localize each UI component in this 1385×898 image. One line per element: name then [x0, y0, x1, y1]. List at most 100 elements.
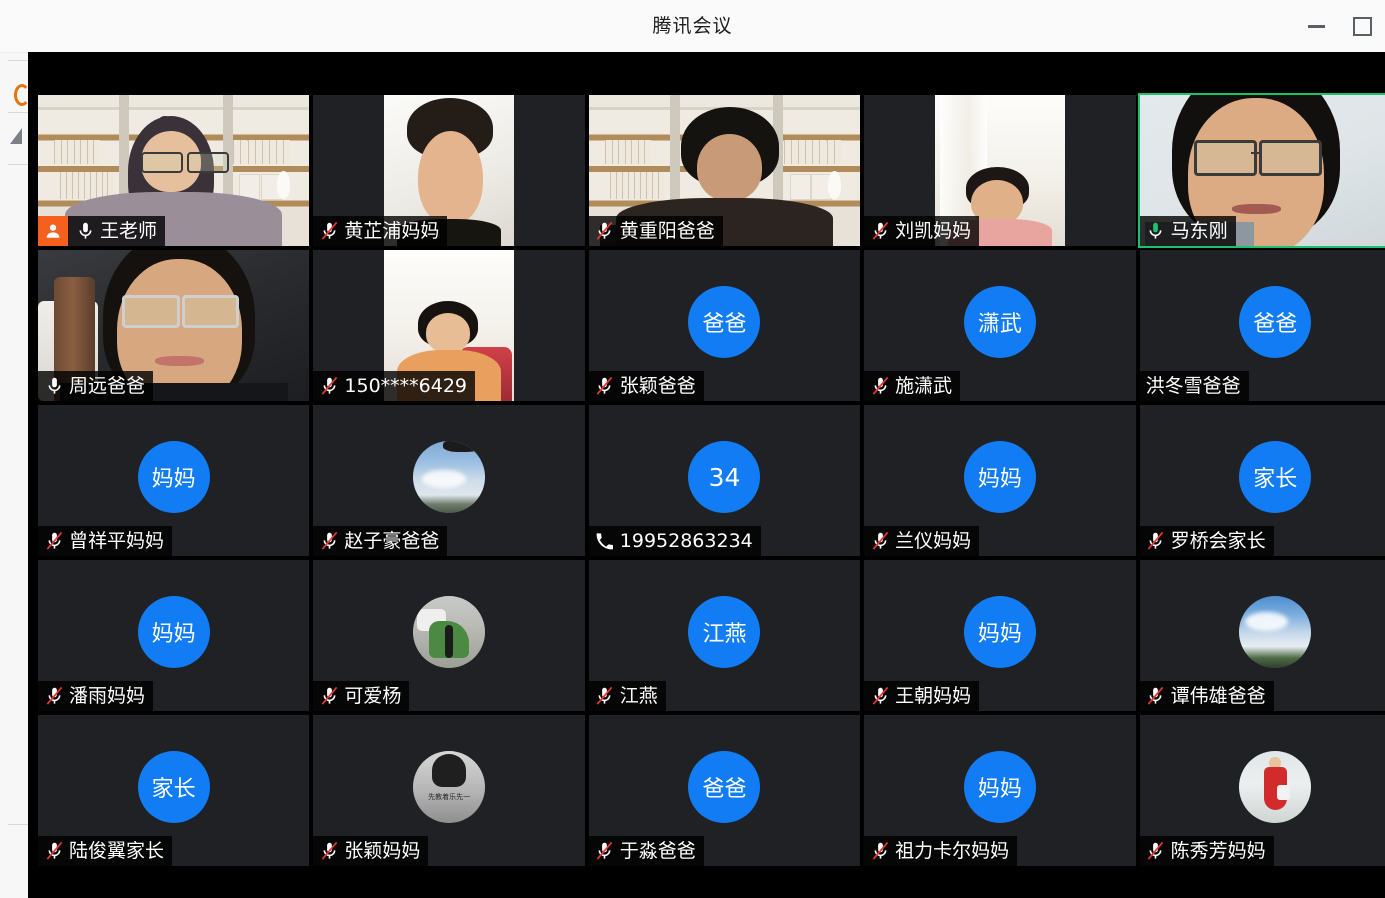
mic-muted-icon: [870, 375, 890, 397]
mic-muted-icon: [44, 530, 64, 552]
participant-name: 19952863234: [619, 530, 753, 552]
participant-name: 陈秀芳妈妈: [1170, 840, 1266, 862]
participant-tile[interactable]: 黄重阳爸爸: [586, 93, 863, 248]
participant-tile[interactable]: 妈妈 兰仪妈妈: [862, 403, 1138, 558]
participant-nameplate: 于淼爸爸: [588, 836, 704, 866]
participant-tile[interactable]: 可爱杨: [311, 558, 587, 713]
window-title: 腾讯会议: [652, 15, 733, 37]
avatar-initials: 江燕: [688, 596, 761, 669]
participant-nameplate: 周远爸爸: [38, 371, 154, 401]
participant-nameplate: 祖力卡尔妈妈: [864, 836, 1018, 866]
avatar-initials: 妈妈: [963, 751, 1036, 824]
tencent-meeting-window: 腾讯会议 王老师 黄芷浦妈妈 黄重阳爸爸 刘凯妈妈 马东刚周远爸爸 150****6429…: [0, 0, 1385, 898]
title-bar: 腾讯会议: [0, 0, 1385, 53]
participant-nameplate: 张颖爸爸: [588, 371, 704, 401]
participant-nameplate: 刘凯妈妈: [864, 216, 980, 246]
participant-name: 王老师: [100, 220, 158, 242]
participant-nameplate: 19952863234: [588, 526, 761, 556]
avatar-photo: [413, 441, 486, 514]
mic-muted-icon: [44, 685, 64, 707]
participant-name: 赵子豪爸爸: [344, 530, 440, 552]
participant-nameplate: 马东刚: [1139, 216, 1236, 246]
participant-tile[interactable]: 王老师: [36, 93, 312, 248]
participant-name: 潘雨妈妈: [69, 685, 146, 707]
participant-tile[interactable]: 黄芷浦妈妈: [311, 93, 587, 248]
avatar-photo: 先教着乐先一: [413, 751, 486, 824]
avatar-initials: 妈妈: [963, 441, 1036, 514]
avatar-photo: [1239, 751, 1312, 824]
avatar-initials: 34: [688, 441, 761, 514]
participant-name: 江燕: [619, 685, 658, 707]
participant-nameplate: 江燕: [588, 681, 666, 711]
participant-tile[interactable]: 马东刚: [1137, 93, 1385, 248]
mic-muted-icon: [319, 375, 339, 397]
participant-tile[interactable]: 家长 罗桥会家长: [1137, 403, 1385, 558]
participant-tile[interactable]: 妈妈潘雨妈妈: [36, 558, 312, 713]
avatar-photo: [413, 596, 486, 669]
avatar-initials: 爸爸: [688, 286, 761, 359]
participant-tile[interactable]: 先教着乐先一张颖妈妈: [311, 713, 587, 868]
participant-tile[interactable]: 家长陆俊翼家长: [36, 713, 312, 868]
participant-tile[interactable]: 爸爸洪冬雪爸爸: [1137, 248, 1385, 403]
minimize-icon: [1307, 24, 1325, 28]
minimize-button[interactable]: [1293, 0, 1339, 52]
participant-tile[interactable]: 妈妈祖力卡尔妈妈: [862, 713, 1138, 868]
participant-name: 于淼爸爸: [619, 840, 696, 862]
host-badge-icon: [38, 216, 68, 246]
avatar-photo: [1239, 596, 1312, 669]
participant-tile[interactable]: 周远爸爸: [36, 248, 312, 403]
mic-muted-icon: [44, 840, 64, 862]
avatar-photo-image: [1239, 751, 1312, 824]
participant-name: 谭伟雄爸爸: [1170, 685, 1266, 707]
participant-tile[interactable]: 妈妈 曾祥平妈妈: [36, 403, 312, 558]
mic-muted-icon: [595, 375, 615, 397]
participant-name: 黄重阳爸爸: [619, 220, 715, 242]
participant-nameplate: 王老师: [38, 216, 166, 246]
mic-muted-icon: [319, 840, 339, 862]
participant-nameplate: 王朝妈妈: [864, 681, 980, 711]
participant-nameplate: 陈秀芳妈妈: [1139, 836, 1274, 866]
participant-grid: 王老师 黄芷浦妈妈 黄重阳爸爸 刘凯妈妈 马东刚周远爸爸 150****6429 爸爸张颖爸…: [36, 93, 1385, 873]
phone-icon: [595, 530, 615, 552]
participant-tile[interactable]: 34 19952863234: [586, 403, 863, 558]
participant-name: 可爱杨: [344, 685, 402, 707]
participant-name: 曾祥平妈妈: [69, 530, 165, 552]
avatar-initials: 家长: [137, 751, 210, 824]
mic-muted-icon: [595, 220, 615, 242]
avatar-photo-image: 先教着乐先一: [413, 751, 486, 824]
window-controls: [1293, 0, 1385, 52]
participant-nameplate: 150****6429: [313, 371, 476, 401]
participant-tile[interactable]: 150****6429: [311, 248, 587, 403]
participant-nameplate: 罗桥会家长: [1139, 526, 1274, 556]
mic-muted-icon: [1146, 685, 1166, 707]
participant-tile[interactable]: 潇武 施潇武: [862, 248, 1138, 403]
participant-nameplate: 张颖妈妈: [313, 836, 429, 866]
participant-tile[interactable]: 爸爸 于淼爸爸: [586, 713, 863, 868]
mic-muted-icon: [319, 685, 339, 707]
participant-name: 黄芷浦妈妈: [344, 220, 440, 242]
participant-nameplate: 黄芷浦妈妈: [313, 216, 448, 246]
participant-tile[interactable]: 陈秀芳妈妈: [1137, 713, 1385, 868]
participant-tile[interactable]: 谭伟雄爸爸: [1137, 558, 1385, 713]
participant-name: 周远爸爸: [69, 375, 146, 397]
avatar-initials: 妈妈: [137, 596, 210, 669]
participant-name: 张颖爸爸: [619, 375, 696, 397]
participant-tile[interactable]: 爸爸张颖爸爸: [586, 248, 863, 403]
mic-on-icon: [1146, 220, 1166, 242]
avatar-photo-image: [413, 596, 486, 669]
mic-muted-icon: [870, 530, 890, 552]
participant-name: 马东刚: [1170, 220, 1228, 242]
maximize-button[interactable]: [1339, 0, 1385, 52]
mic-muted-icon: [870, 220, 890, 242]
participant-nameplate: 陆俊翼家长: [38, 836, 173, 866]
avatar-photo-image: [413, 441, 486, 514]
mic-muted-icon: [595, 840, 615, 862]
participant-name: 祖力卡尔妈妈: [895, 840, 1010, 862]
participant-tile[interactable]: 刘凯妈妈: [862, 93, 1138, 248]
avatar-initials: 爸爸: [1239, 286, 1312, 359]
participant-name: 洪冬雪爸爸: [1145, 375, 1241, 397]
mic-muted-icon: [319, 220, 339, 242]
participant-tile[interactable]: 妈妈 王朝妈妈: [862, 558, 1138, 713]
participant-tile[interactable]: 江燕 江燕: [586, 558, 863, 713]
participant-tile[interactable]: 赵子豪爸爸: [311, 403, 587, 558]
